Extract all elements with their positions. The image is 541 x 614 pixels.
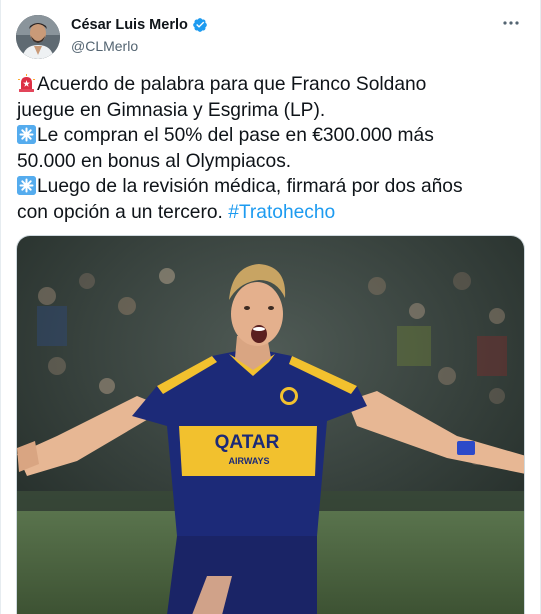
tweet-line: Acuerdo de palabra para que Franco Solda… <box>17 72 529 98</box>
avatar-image <box>16 15 60 59</box>
display-name[interactable]: César Luis Merlo <box>71 17 188 33</box>
tweet-line: juegue en Gimnasia y Esgrima (LP). <box>17 98 529 124</box>
eight-spoked-asterisk-emoji <box>17 176 36 195</box>
user-handle[interactable]: @CLMerlo <box>71 38 138 54</box>
tweet-photo[interactable]: 27 QATAR AIRWAYS <box>16 235 525 614</box>
jersey-sponsor-sub: AIRWAYS <box>228 456 269 466</box>
more-options-icon[interactable] <box>502 14 520 36</box>
tweet-text: Acuerdo de palabra para que Franco Solda… <box>17 72 529 225</box>
tweet-line-4: 50.000 en bonus al Olympiacos. <box>17 150 292 172</box>
verified-badge-icon <box>193 18 207 32</box>
jersey-sponsor: QATAR <box>215 432 280 453</box>
hashtag-link[interactable]: #Tratohecho <box>228 202 335 223</box>
tweet-line-2: juegue en Gimnasia y Esgrima (LP). <box>17 99 326 121</box>
tweet-line-3: Le compran el 50% del pase en €300.000 m… <box>37 125 434 146</box>
tweet-card[interactable]: César Luis Merlo @CLMerlo Acuerdo de pal… <box>0 0 541 614</box>
tweet-line-1: Acuerdo de palabra para que Franco Solda… <box>37 74 427 95</box>
eight-spoked-asterisk-emoji <box>17 125 36 144</box>
tweet-line-6: con opción a un tercero. <box>17 201 229 223</box>
avatar[interactable] <box>16 15 60 59</box>
tweet-line: 50.000 en bonus al Olympiacos. <box>17 149 529 175</box>
tweet-line: con opción a un tercero. #Tratohecho <box>17 200 529 226</box>
tweet-line: Le compran el 50% del pase en €300.000 m… <box>17 123 529 149</box>
police-light-emoji <box>17 74 36 93</box>
tweet-line-5: Luego de la revisión médica, firmará por… <box>37 176 463 197</box>
player-celebration-photo: 27 QATAR AIRWAYS <box>17 236 524 614</box>
tweet-line: Luego de la revisión médica, firmará por… <box>17 174 529 200</box>
